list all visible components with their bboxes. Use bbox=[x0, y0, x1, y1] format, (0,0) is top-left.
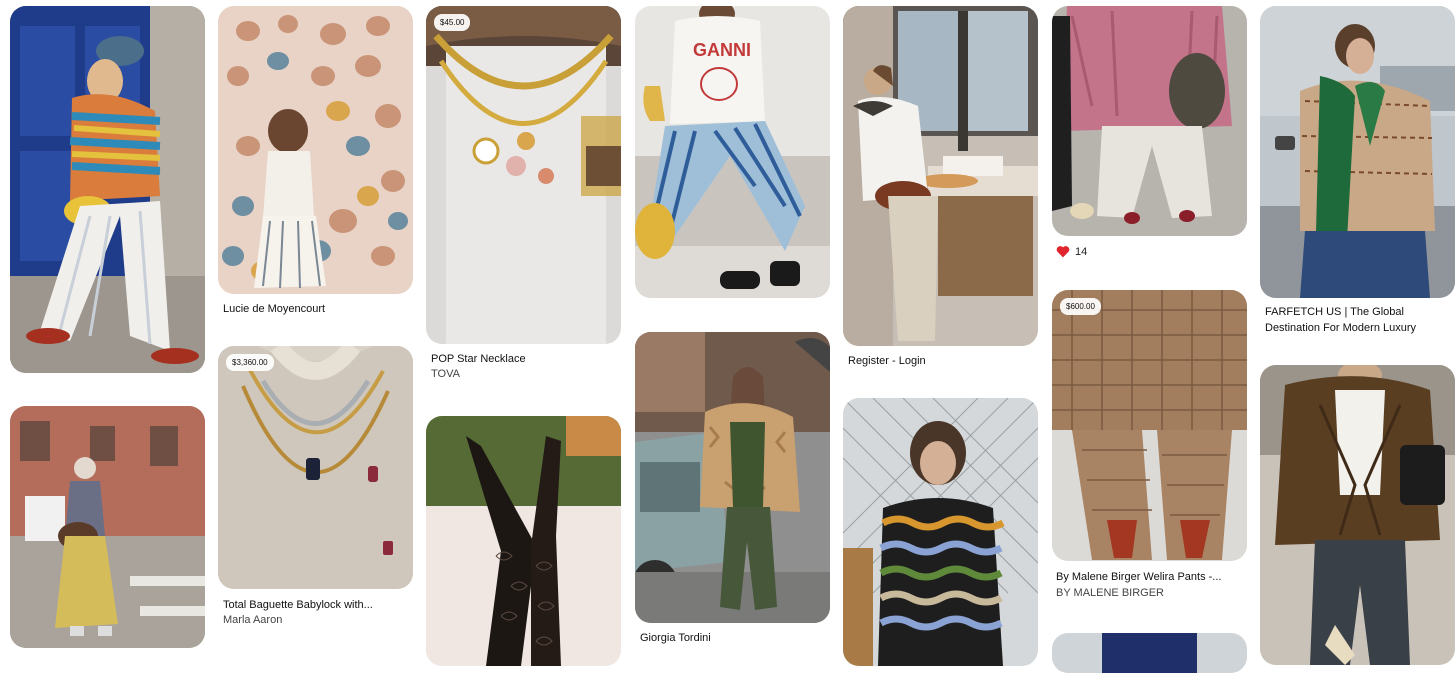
pin-image-crochet-pants[interactable]: $600.00 bbox=[1052, 290, 1247, 561]
pin-title[interactable]: Lucie de Moyencourt bbox=[223, 303, 325, 315]
pin-subtitle[interactable]: Destination For Modern Luxury bbox=[1265, 322, 1416, 334]
pin-image-lace-tights[interactable] bbox=[426, 416, 621, 666]
pin-image-crochet-sweater[interactable] bbox=[10, 6, 205, 373]
pin-image-brown-blazer[interactable] bbox=[1260, 365, 1455, 665]
price-badge: $3,360.00 bbox=[226, 354, 274, 371]
reaction-count: 14 bbox=[1075, 245, 1088, 258]
reaction-bar[interactable]: 14 bbox=[1056, 245, 1087, 258]
pin-title[interactable]: Giorgia Tordini bbox=[640, 632, 711, 644]
pin-image-green-scarf[interactable] bbox=[1260, 6, 1455, 298]
price-badge: $600.00 bbox=[1060, 298, 1101, 315]
pin-image-blue-partial[interactable] bbox=[1052, 633, 1247, 673]
pin-title[interactable]: POP Star Necklace bbox=[431, 353, 526, 365]
price-badge: $45.00 bbox=[434, 14, 471, 31]
pin-title[interactable]: FARFETCH US | The Global bbox=[1265, 306, 1404, 318]
pin-title[interactable]: By Malene Birger Welira Pants -... bbox=[1056, 571, 1221, 583]
pin-image-shell-wall[interactable] bbox=[218, 6, 413, 294]
pin-image-fur-coat[interactable] bbox=[635, 332, 830, 623]
pin-image-ganni-tee[interactable]: GANNI bbox=[635, 6, 830, 298]
pin-image-grey-hair-street[interactable] bbox=[10, 406, 205, 648]
svg-text:GANNI: GANNI bbox=[693, 40, 751, 60]
pin-title[interactable]: Total Baguette Babylock with... bbox=[223, 599, 373, 611]
pin-image-gold-necklace-layers[interactable]: $3,360.00 bbox=[218, 346, 413, 589]
pin-image-bakery-window[interactable] bbox=[843, 6, 1038, 346]
pin-subtitle[interactable]: Marla Aaron bbox=[223, 614, 282, 626]
pin-subtitle[interactable]: TOVA bbox=[431, 368, 460, 380]
pin-subtitle[interactable]: BY MALENE BIRGER bbox=[1056, 587, 1164, 599]
heart-icon bbox=[1056, 246, 1070, 258]
pin-title[interactable]: Register - Login bbox=[848, 355, 926, 367]
pin-image-wavy-knit[interactable] bbox=[843, 398, 1038, 666]
pin-image-pop-star-necklace[interactable]: $45.00 bbox=[426, 6, 621, 344]
pin-image-pink-jacket[interactable] bbox=[1052, 6, 1247, 236]
